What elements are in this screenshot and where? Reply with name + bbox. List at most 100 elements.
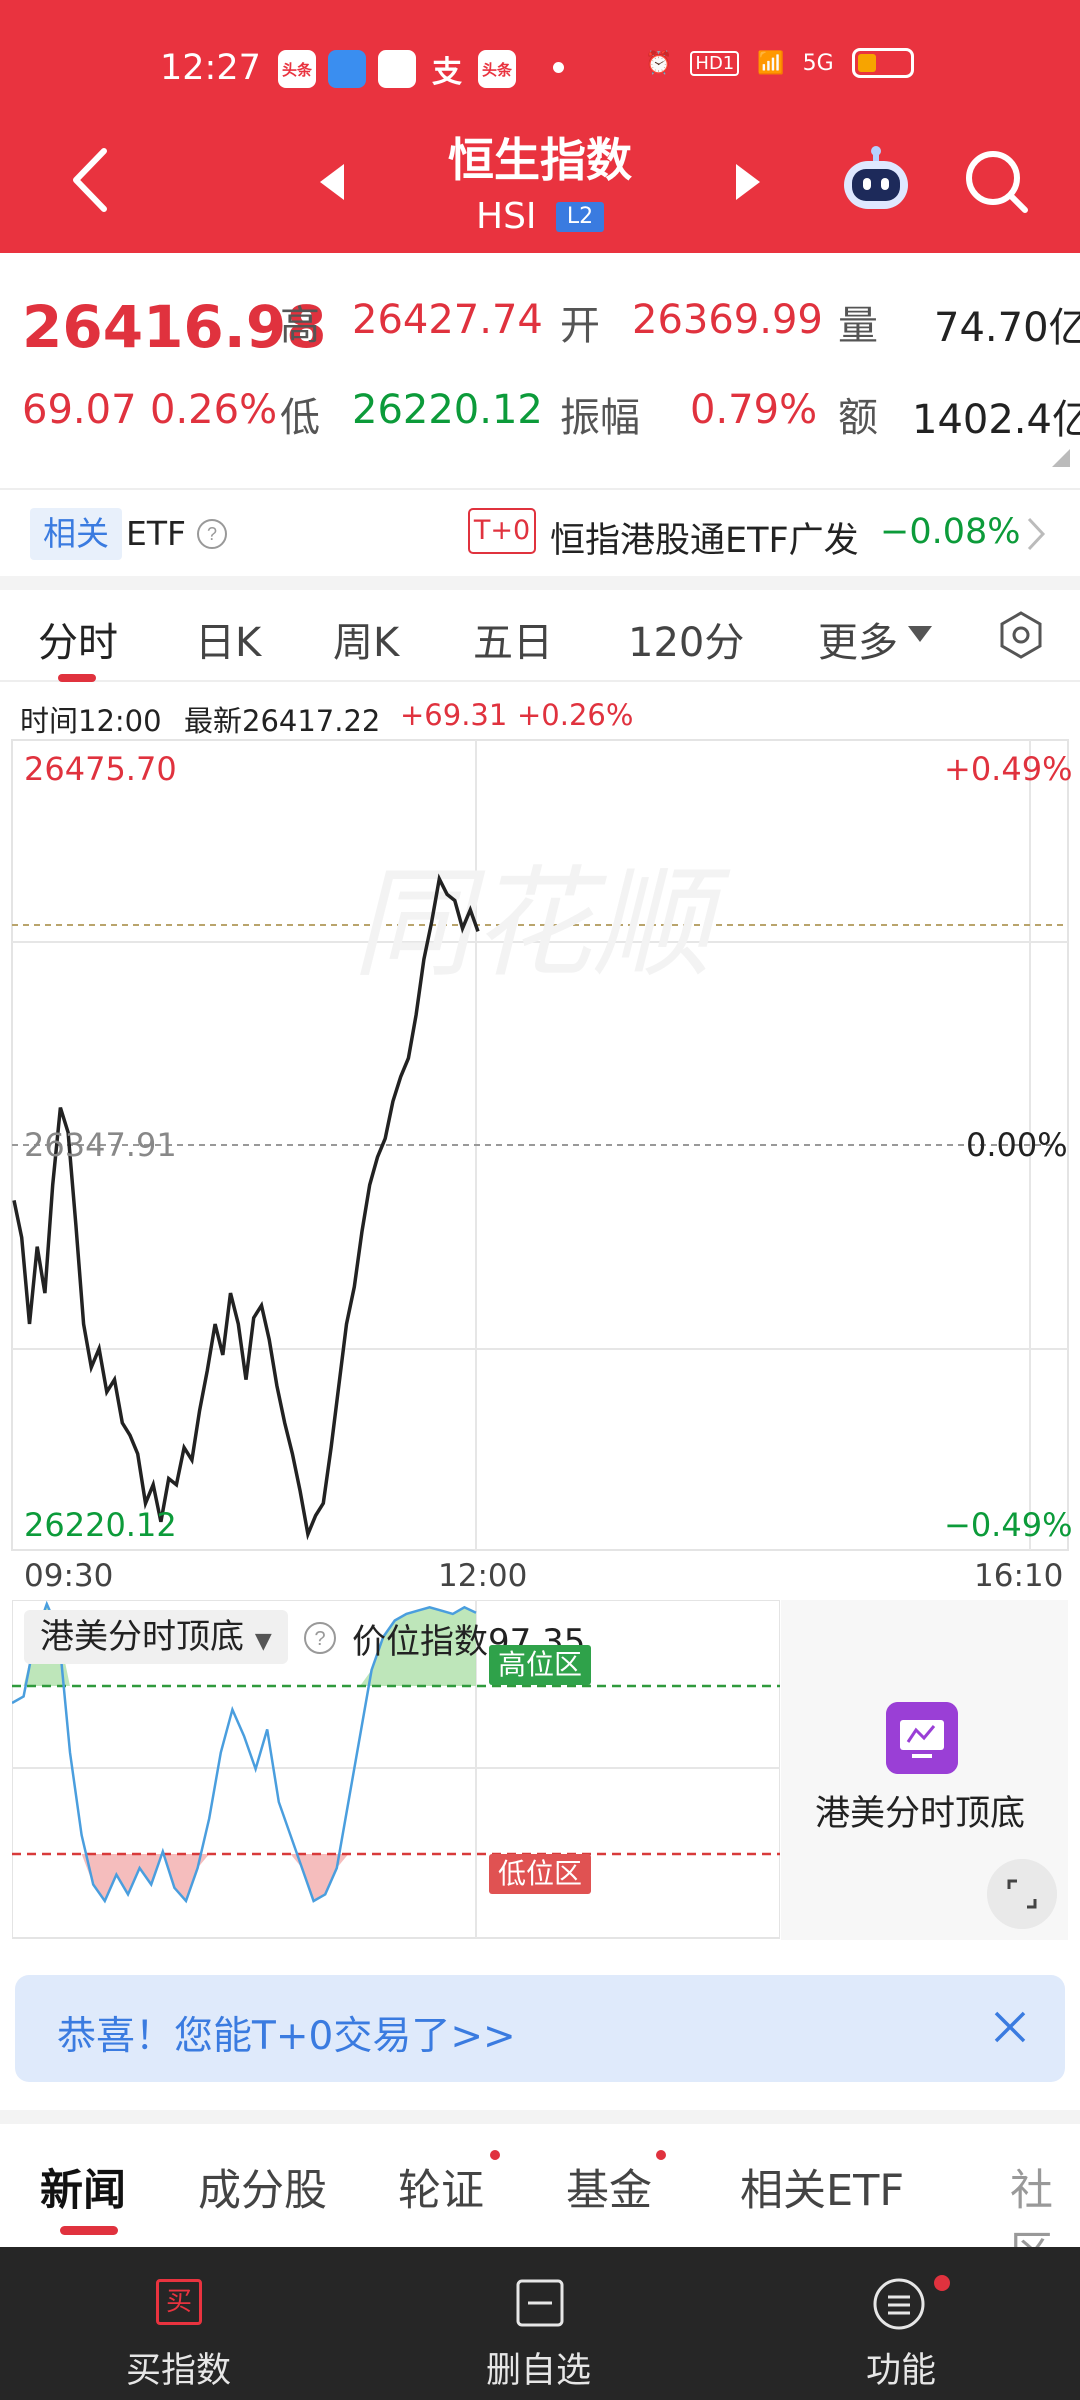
status-time: 12:27 (160, 48, 261, 88)
wifi-icon: 📶 (757, 50, 785, 76)
warrants-badge-dot (490, 2150, 500, 2160)
svg-text:?: ? (207, 524, 217, 544)
t0-promo-banner[interactable]: 恭喜！您能T+0交易了>> (15, 1975, 1065, 2082)
content-tabs: 新闻 成分股 轮证 基金 相关ETF 社区 (0, 2124, 1080, 2278)
home-app-icon (378, 50, 416, 88)
app-header: 12:27 头条 支 头条 ⏰ HD1 📶 5G 恒生指数 HSI L2 (0, 0, 1080, 253)
promo-label: 港美分时顶底 (815, 1794, 1026, 1834)
indicator-select[interactable]: 港美分时顶底 ▼ (24, 1610, 288, 1664)
toutiao-app-icon: 头条 (278, 50, 316, 88)
tab-warrants[interactable]: 轮证 (398, 2156, 484, 2218)
battery-icon (851, 48, 914, 78)
section-divider (0, 576, 1080, 590)
remove-watchlist-label: 删自选 (486, 2351, 592, 2391)
open-value: 26369.99 (632, 297, 823, 343)
tab-funds[interactable]: 基金 (566, 2156, 652, 2218)
baseline-label: 26347.91 (24, 1126, 177, 1164)
chart-info-change: +69.31 (400, 698, 508, 732)
index-code: HSI (476, 196, 537, 237)
search-button[interactable] (963, 148, 1029, 214)
active-tab-indicator (58, 674, 96, 682)
functions-badge-dot (934, 2275, 950, 2291)
volume-label: 量 (838, 303, 878, 349)
amount-label: 额 (838, 395, 878, 441)
menu-circle-icon (873, 2278, 925, 2330)
help-icon[interactable]: ? (196, 518, 228, 550)
tab-weekly-k[interactable]: 周K (333, 610, 399, 668)
toutiao-lite-app-icon: 头条 (478, 50, 516, 88)
page-title: 恒生指数 (448, 133, 632, 187)
low-value: 26220.12 (352, 387, 543, 433)
watermark-icon: 同花顺 (352, 857, 731, 991)
price-change-pct: 0.26% (150, 387, 278, 433)
next-index-button[interactable] (734, 162, 762, 202)
tab-more[interactable]: 更多 (818, 610, 898, 668)
related-etf-bar[interactable]: 相关 ETF ? T+0 恒指港股通ETF广发 −0.08% (0, 488, 1080, 576)
x-label-close: 16:10 (974, 1558, 1064, 1594)
signal-icon: 5G (802, 50, 834, 76)
banner-text: 恭喜！您能T+0交易了>> (57, 2014, 516, 2059)
tab-intraday[interactable]: 分时 (38, 610, 118, 668)
tab-news[interactable]: 新闻 (40, 2156, 126, 2218)
dropdown-arrow-icon: ▼ (254, 1629, 272, 1654)
amount-value: 1402.4亿 (912, 397, 1080, 443)
status-app-icons: 头条 支 头条 (278, 50, 516, 90)
indicator-name: 港美分时顶底 (40, 1617, 244, 1657)
pct-bottom-label: −0.49% (944, 1506, 1073, 1544)
quote-panel: 26416.98 69.07 0.26% 高 26427.74 低 26220.… (0, 253, 1080, 485)
high-zone-label: 高位区 (489, 1645, 591, 1685)
etf-name: 恒指港股通ETF广发 (550, 521, 859, 561)
settings-icon[interactable] (996, 610, 1046, 660)
remove-watchlist-icon (516, 2279, 564, 2327)
ai-assistant-robot-icon[interactable] (838, 145, 914, 213)
buy-icon: 买 (156, 2279, 202, 2325)
tab-daily-k[interactable]: 日K (195, 610, 261, 668)
remove-watchlist-button[interactable]: 删自选 (420, 2247, 660, 2400)
amplitude-value: 0.79% (690, 387, 818, 433)
bottom-action-bar: 买 买指数 删自选 功能 (0, 2247, 1080, 2400)
alipay-app-icon: 支 (432, 55, 462, 90)
price-change: 69.07 (22, 387, 137, 433)
section-divider-2 (0, 2110, 1080, 2124)
tab-related-etf[interactable]: 相关ETF (740, 2156, 904, 2218)
close-icon[interactable] (990, 2007, 1030, 2047)
chart-info-time: 时间12:00 (20, 704, 162, 738)
buy-index-button[interactable]: 买 买指数 (60, 2247, 300, 2400)
chart-info-latest: 最新26417.22 (184, 704, 381, 738)
buy-index-label: 买指数 (126, 2351, 232, 2391)
chart-period-tabs: 分时 日K 周K 五日 120分 更多 (0, 590, 1080, 682)
amplitude-label: 振幅 (560, 395, 640, 441)
y-bottom-label: 26220.12 (24, 1506, 177, 1544)
chevron-right-icon (1027, 517, 1046, 551)
browser-app-icon (328, 50, 366, 88)
tab-120-min[interactable]: 120分 (628, 610, 744, 668)
corner-fold-icon (1052, 449, 1070, 467)
l2-badge: L2 (556, 202, 604, 232)
low-label: 低 (280, 395, 320, 441)
funds-badge-dot (656, 2150, 666, 2160)
pct-mid-label: 0.00% (966, 1126, 1068, 1164)
high-value: 26427.74 (352, 297, 543, 343)
svg-text:?: ? (314, 1628, 325, 1650)
x-label-open: 09:30 (24, 1558, 114, 1594)
functions-button[interactable]: 功能 (780, 2247, 1020, 2400)
functions-label: 功能 (866, 2351, 937, 2391)
active-news-tab-indicator (60, 2226, 118, 2235)
high-label: 高 (280, 303, 320, 349)
expand-icon[interactable] (987, 1859, 1057, 1929)
notification-dot-icon (553, 62, 564, 73)
t0-badge: T+0 (468, 508, 536, 554)
indicator-help-icon[interactable]: ? (302, 1620, 338, 1656)
low-zone-label: 低位区 (489, 1854, 591, 1894)
tab-constituents[interactable]: 成分股 (198, 2156, 327, 2218)
alarm-icon: ⏰ (645, 50, 673, 76)
tab-five-day[interactable]: 五日 (473, 610, 553, 668)
dropdown-triangle-icon (908, 626, 932, 642)
etf-change: −0.08% (880, 512, 1021, 552)
pct-top-label: +0.49% (944, 750, 1073, 788)
open-label: 开 (560, 303, 600, 349)
related-tag: 相关 (30, 508, 122, 560)
y-top-label: 26475.70 (24, 750, 177, 788)
chart-info-change-pct: +0.26% (517, 698, 634, 732)
hd-icon: HD1 (690, 50, 740, 76)
